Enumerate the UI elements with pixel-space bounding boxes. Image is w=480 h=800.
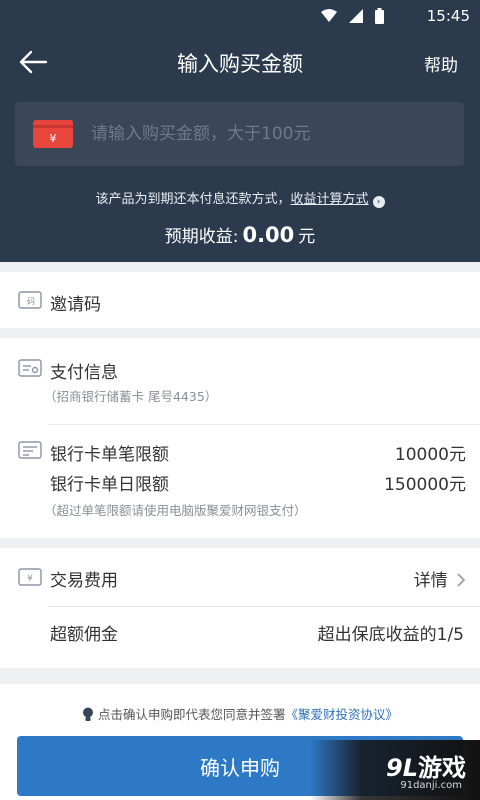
status-bar: 15:45 <box>0 0 480 32</box>
svg-text:码: 码 <box>27 297 35 306</box>
single-limit-value: 10000元 <box>394 445 466 465</box>
expected-label: 预期收益: <box>164 227 239 247</box>
watermark: 9L游戏 91danji.com <box>310 740 480 800</box>
help-button[interactable]: 帮助 <box>424 51 458 76</box>
chevron-right-icon <box>457 573 466 587</box>
invite-code-icon: 码 <box>18 291 42 309</box>
payment-info-icon <box>18 359 42 377</box>
wifi-icon <box>321 9 337 22</box>
amount-header: ¥ 该产品为到期还本付息还款方式，收益计算方式› 预期收益:0.00元 <box>0 92 480 262</box>
fees-card: ¥ 交易费用 详情 超额佣金 超出保底收益的1/5 <box>0 548 480 668</box>
watermark-logo-text: 游戏 <box>418 754 466 782</box>
status-icons <box>321 8 384 24</box>
fees-icon: ¥ <box>18 568 42 586</box>
agreement-text: 点击确认申购即代表您同意并签署 <box>97 707 286 722</box>
divider <box>48 606 480 607</box>
svg-text:¥: ¥ <box>27 574 33 584</box>
repay-method-text: 该产品为到期还本付息还款方式， <box>95 192 291 207</box>
amount-input[interactable] <box>91 114 441 154</box>
single-limit-label: 银行卡单笔限额 <box>50 445 169 465</box>
earnings-calc-link[interactable]: 收益计算方式 <box>291 192 369 207</box>
expected-earnings: 预期收益: 0.00 元 <box>0 222 480 247</box>
invite-code-row[interactable]: 码 邀请码 <box>0 272 480 328</box>
expected-unit: 元 <box>298 227 316 247</box>
watermark-logo: 9L游戏 <box>386 748 466 783</box>
limit-note: （超过单笔限额请使用电脑版聚爱财网银支付） <box>44 503 307 518</box>
fees-detail-link[interactable]: 详情 <box>414 566 466 591</box>
watermark-logo-num: 9L <box>386 754 418 782</box>
invite-code-label: 邀请码 <box>50 295 101 315</box>
currency-symbol: ¥ <box>50 132 57 145</box>
agreement-line: 点击确认申购即代表您同意并签署《聚爱财投资协议》 <box>0 704 480 723</box>
fees-label: 交易费用 <box>50 571 118 591</box>
signal-icon <box>349 9 363 23</box>
bank-card-info: （招商银行储蓄卡 尾号4435） <box>44 389 218 404</box>
daily-limit-value: 150000元 <box>384 475 466 495</box>
payment-info-label: 支付信息 <box>50 363 118 383</box>
page-title: 输入购买金额 <box>177 52 303 76</box>
nav-bar: 输入购买金额 帮助 <box>0 32 480 92</box>
card-icon: ¥ <box>33 120 73 148</box>
battery-icon <box>375 8 384 24</box>
card-limit-icon <box>18 441 42 459</box>
lightbulb-icon <box>82 707 93 721</box>
commission-value: 超出保底收益的1/5 <box>317 625 464 645</box>
agreement-link[interactable]: 《聚爱财投资协议》 <box>286 707 399 722</box>
status-time: 15:45 <box>426 7 470 25</box>
chevron-right-circle-icon[interactable]: › <box>372 196 385 208</box>
divider <box>48 424 480 425</box>
watermark-site: 91danji.com <box>400 780 462 791</box>
amount-box[interactable]: ¥ <box>15 102 464 166</box>
payment-info-card: 支付信息 （招商银行储蓄卡 尾号4435） 银行卡单笔限额 10000元 银行卡… <box>0 338 480 538</box>
daily-limit-label: 银行卡单日限额 <box>50 475 169 495</box>
fees-detail-label: 详情 <box>413 571 448 591</box>
commission-label: 超额佣金 <box>50 625 118 645</box>
repay-method-line: 该产品为到期还本付息还款方式，收益计算方式 › <box>0 188 480 208</box>
expected-value: 0.00 <box>242 223 295 247</box>
